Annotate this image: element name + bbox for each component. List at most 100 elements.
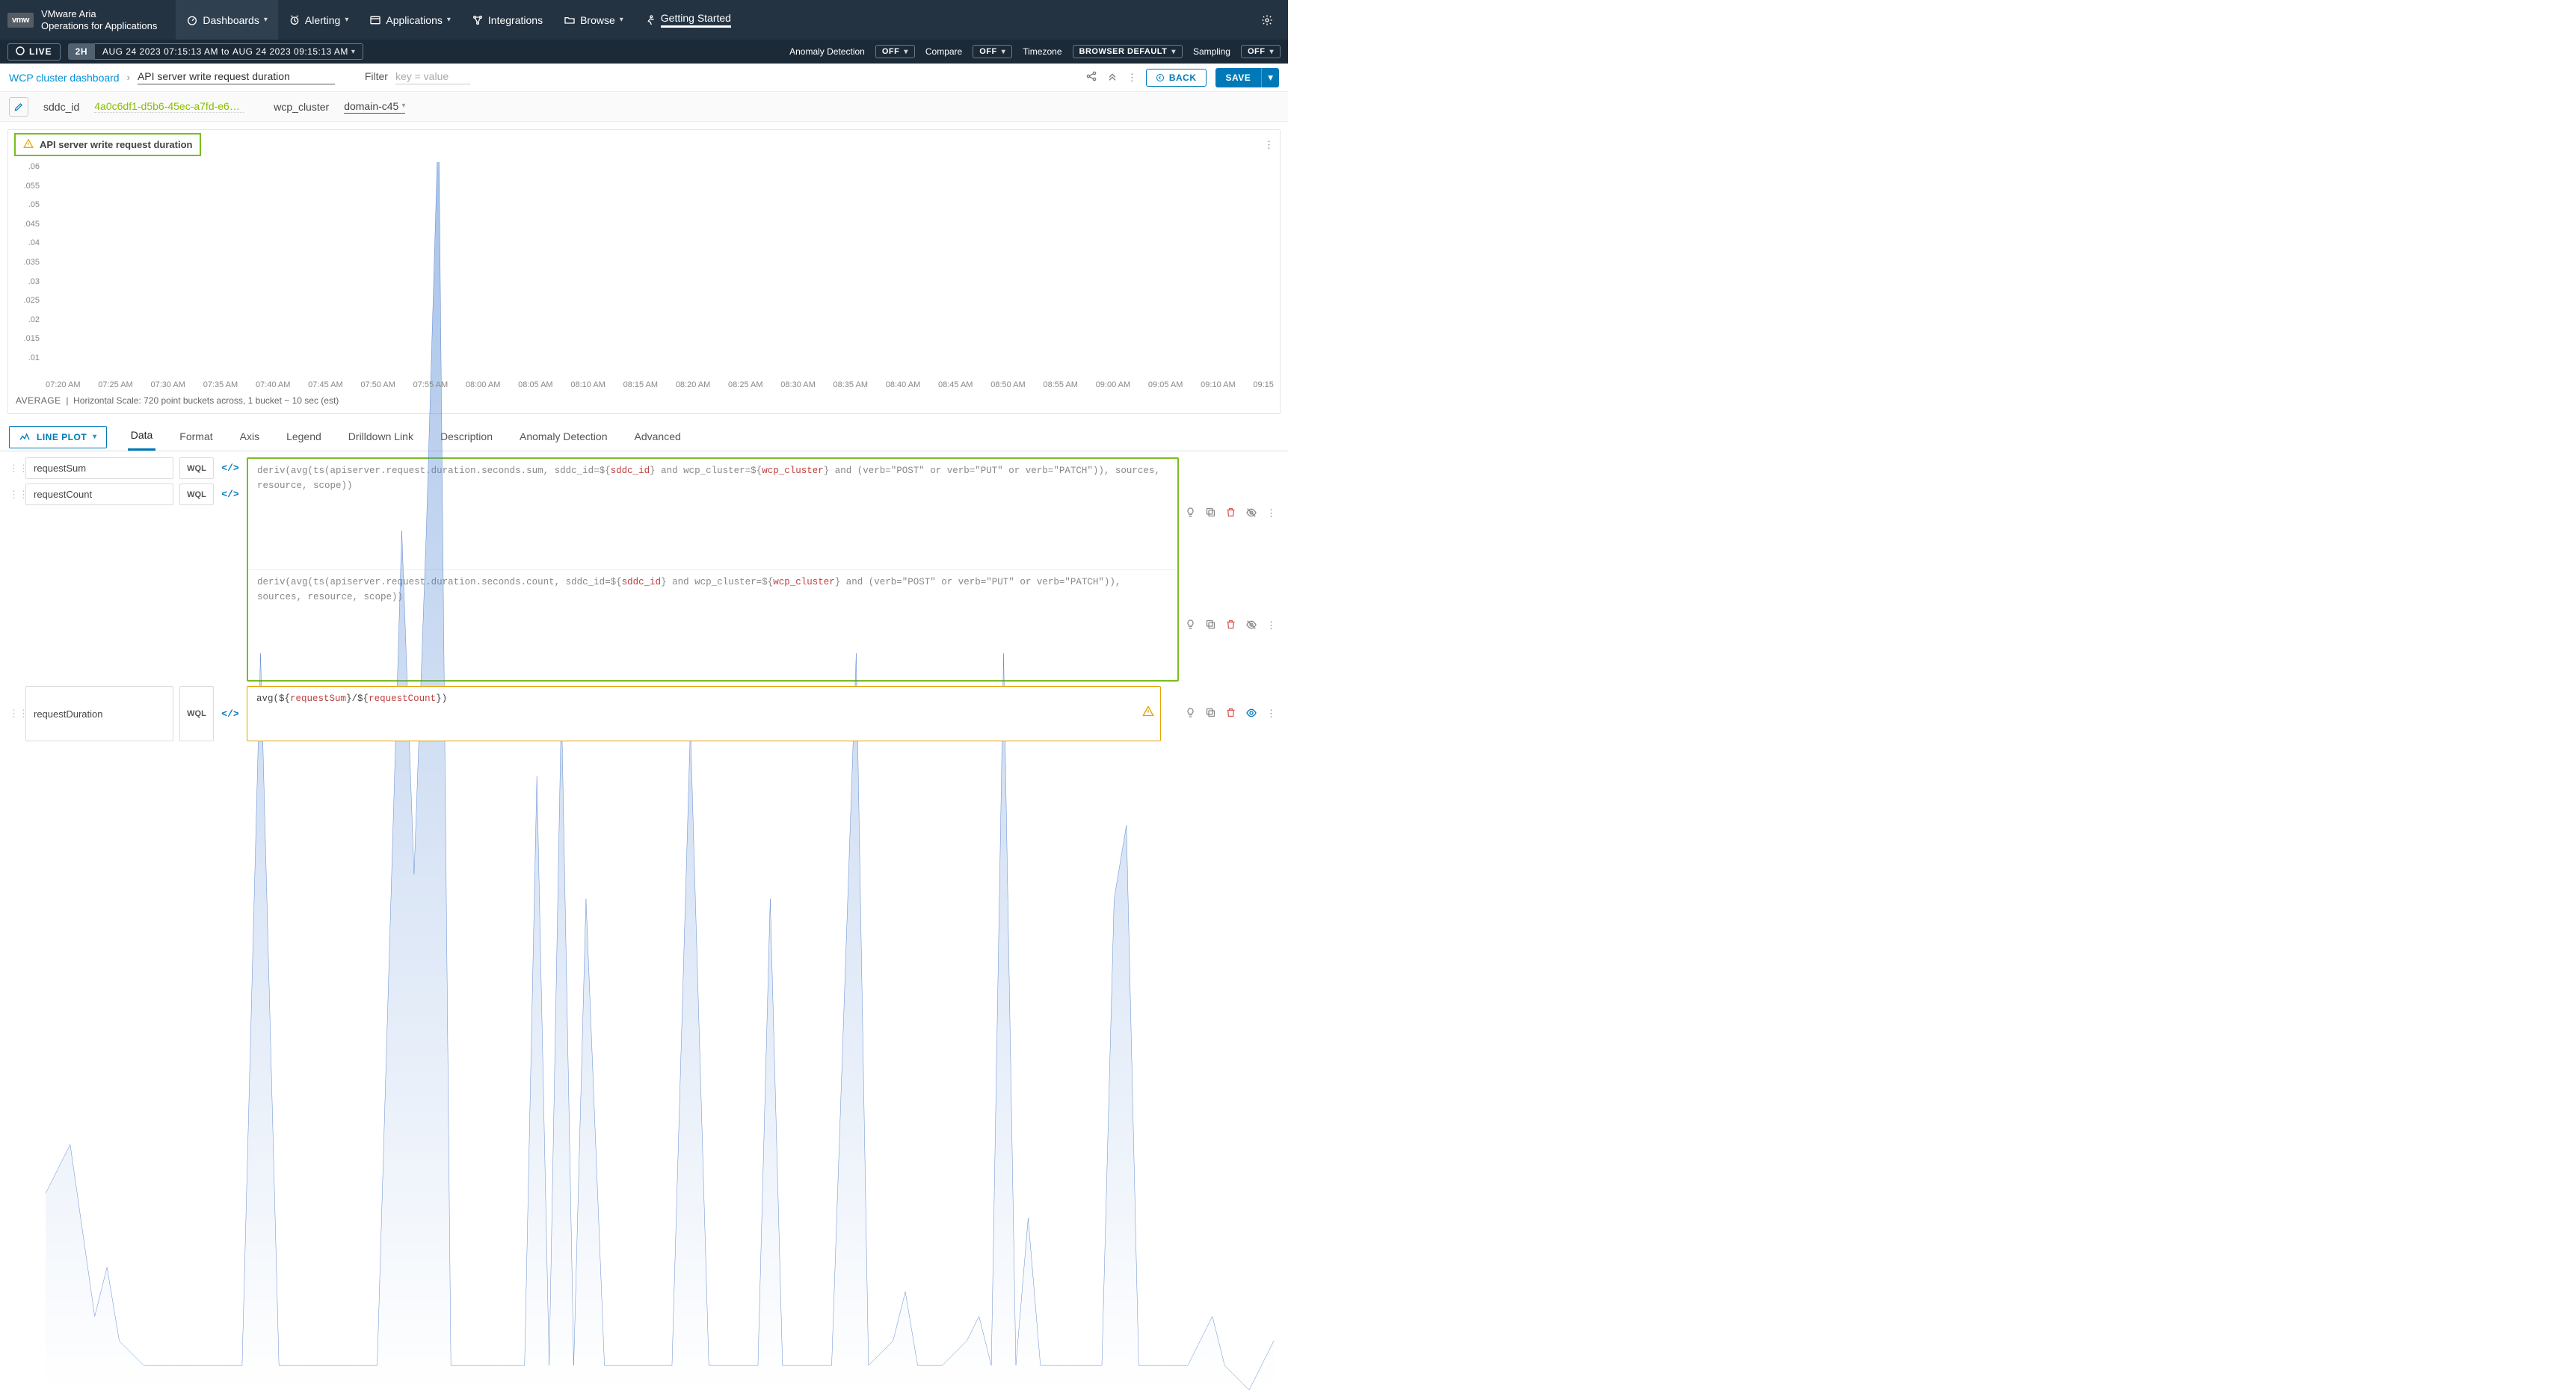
alarm-icon (289, 14, 301, 26)
live-label: LIVE (29, 46, 52, 57)
share-icon[interactable] (1085, 70, 1097, 84)
drag-handle-icon[interactable]: ⋮⋮ (9, 457, 19, 479)
y-tick: .02 (28, 315, 40, 324)
y-tick: .045 (24, 220, 40, 229)
x-tick: 08:25 AM (728, 380, 762, 389)
x-tick: 08:10 AM (570, 380, 605, 389)
nav-applications[interactable]: Applications ▾ (359, 0, 461, 40)
chart-x-axis: 07:20 AM07:25 AM07:30 AM07:35 AM07:40 AM… (46, 380, 1274, 389)
var-sddc-label: sddc_id (43, 101, 79, 113)
chart-card: API server write request duration ⋮ .06.… (7, 129, 1281, 414)
x-tick: 08:55 AM (1043, 380, 1077, 389)
variables-bar: sddc_id 4a0c6df1-d5b6-45ec-a7fd-e6411...… (0, 92, 1288, 122)
chevron-down-icon: ▾ (93, 433, 97, 441)
chevron-down-icon: ▾ (345, 16, 348, 24)
collapse-up-icon[interactable] (1106, 70, 1118, 84)
x-tick: 09:05 AM (1148, 380, 1183, 389)
nav-dashboards[interactable]: Dashboards ▾ (176, 0, 278, 40)
anomaly-value: OFF (882, 47, 900, 56)
nav-dashboards-label: Dashboards (203, 14, 259, 26)
sampling-dropdown[interactable]: OFF▾ (1241, 45, 1281, 58)
brand-text: VMware Aria Operations for Applications (41, 8, 157, 31)
nodes-icon (472, 14, 484, 26)
chart-header: API server write request duration ⋮ (8, 130, 1280, 159)
settings-gear[interactable] (1254, 0, 1281, 40)
brand: vmw VMware Aria Operations for Applicati… (0, 0, 164, 40)
x-tick: 08:30 AM (780, 380, 815, 389)
time-bar: LIVE 2H AUG 24 2023 07:15:13 AM to AUG 2… (0, 40, 1288, 64)
kebab-icon[interactable]: ⋮ (1127, 72, 1137, 84)
x-tick: 07:35 AM (203, 380, 238, 389)
breadcrumb-current[interactable]: API server write request duration (138, 70, 335, 84)
timezone-dropdown[interactable]: BROWSER DEFAULT▾ (1073, 45, 1183, 58)
drag-handle-icon[interactable]: ⋮⋮ (9, 484, 19, 505)
save-dropdown[interactable]: ▾ (1261, 68, 1279, 87)
drag-handle-icon[interactable]: ⋮⋮ (9, 686, 19, 741)
query-expression[interactable]: avg(${requestSum}/${requestCount}) (247, 686, 1161, 741)
x-tick: 08:05 AM (518, 380, 552, 389)
warning-icon[interactable] (1142, 705, 1154, 723)
breadcrumb-parent[interactable]: WCP cluster dashboard (9, 72, 120, 84)
chart-kebab-icon[interactable]: ⋮ (1264, 139, 1274, 151)
x-tick: 07:50 AM (360, 380, 395, 389)
nav-alerting[interactable]: Alerting ▾ (278, 0, 360, 40)
circle-icon (16, 46, 25, 58)
folder-icon (564, 14, 576, 26)
var-wcp-value-text: domain-c45 (344, 100, 398, 112)
y-tick: .055 (24, 182, 40, 191)
compare-dropdown[interactable]: OFF▾ (973, 45, 1012, 58)
y-tick: .04 (28, 238, 40, 247)
timezone-label: Timezone (1023, 46, 1061, 57)
chevron-right-icon: › (127, 72, 130, 83)
x-tick: 08:45 AM (938, 380, 973, 389)
y-tick: .035 (24, 258, 40, 267)
live-toggle[interactable]: LIVE (7, 43, 61, 61)
x-tick: 07:55 AM (413, 380, 448, 389)
window-icon (369, 14, 381, 26)
nav-applications-label: Applications (386, 14, 443, 26)
range-short[interactable]: 2H (68, 43, 95, 60)
nav-integrations[interactable]: Integrations (461, 0, 553, 40)
x-tick: 08:20 AM (676, 380, 710, 389)
edit-vars-button[interactable] (9, 97, 28, 117)
y-tick: .01 (28, 353, 40, 362)
save-button[interactable]: SAVE (1215, 68, 1262, 87)
gear-icon (1261, 14, 1273, 26)
save-split-button: SAVE ▾ (1215, 68, 1280, 87)
y-tick: .03 (28, 277, 40, 286)
range-dates[interactable]: AUG 24 2023 07:15:13 AM to AUG 24 2023 0… (95, 43, 363, 60)
back-label: BACK (1169, 72, 1197, 83)
nav-browse[interactable]: Browse ▾ (553, 0, 634, 40)
nav-getting-started[interactable]: Getting Started (634, 0, 742, 40)
x-tick: 07:40 AM (256, 380, 290, 389)
sampling-value: OFF (1248, 47, 1266, 56)
chart-title: API server write request duration (40, 139, 192, 150)
x-tick: 08:40 AM (886, 380, 920, 389)
filter-label: Filter (365, 70, 388, 82)
y-tick: .015 (24, 334, 40, 343)
range-to-label: to (221, 46, 229, 57)
chevron-down-icon: ▾ (1002, 48, 1006, 56)
var-wcp-value[interactable]: domain-c45 ▾ (344, 100, 405, 114)
filter: Filter key = value (365, 70, 470, 84)
chart-title-box: API server write request duration (14, 133, 201, 156)
time-range[interactable]: 2H AUG 24 2023 07:15:13 AM to AUG 24 202… (68, 43, 364, 60)
chevron-down-icon: ▾ (264, 16, 268, 24)
timebar-right: Anomaly Detection OFF▾ Compare OFF▾ Time… (789, 45, 1281, 58)
chart-plot[interactable] (46, 162, 1274, 1390)
filter-input[interactable]: key = value (395, 70, 470, 84)
x-tick: 08:50 AM (990, 380, 1025, 389)
anomaly-dropdown[interactable]: OFF▾ (875, 45, 915, 58)
y-tick: .025 (24, 296, 40, 305)
chart-body[interactable]: .06.055.05.045.04.035.03.025.02.015.01 0… (8, 159, 1280, 391)
x-tick: 08:00 AM (466, 380, 500, 389)
var-sddc-value[interactable]: 4a0c6df1-d5b6-45ec-a7fd-e6411... (94, 100, 244, 113)
x-tick: 08:35 AM (833, 380, 868, 389)
nav-spacer (742, 0, 1254, 40)
back-button[interactable]: BACK (1146, 69, 1207, 87)
var-wcp-label: wcp_cluster (274, 101, 329, 113)
x-tick: 07:30 AM (150, 380, 185, 389)
x-tick: 07:20 AM (46, 380, 80, 389)
x-tick: 08:15 AM (623, 380, 658, 389)
chevron-down-icon: ▾ (1171, 48, 1176, 56)
